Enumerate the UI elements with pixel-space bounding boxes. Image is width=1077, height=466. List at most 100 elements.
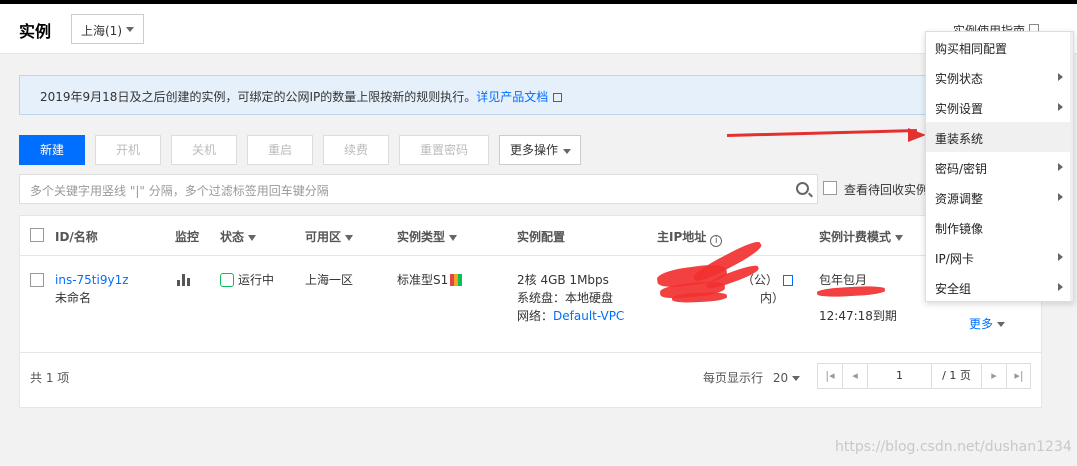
prev-page-icon[interactable]: ◂ <box>843 364 868 388</box>
pending-recycle-checkbox[interactable] <box>823 181 837 195</box>
filter-icon[interactable] <box>248 235 257 241</box>
restart-button[interactable]: 重启 <box>247 135 313 165</box>
first-page-icon[interactable]: |◂ <box>818 364 843 388</box>
menu-item-password-key[interactable]: 密码/密钥 <box>926 152 1073 182</box>
page-size-label: 每页显示行 <box>703 371 764 385</box>
search-icon[interactable] <box>796 182 809 195</box>
renew-button[interactable]: 续费 <box>323 135 389 165</box>
menu-item-label: 制作镜像 <box>935 222 984 236</box>
search-input[interactable]: 多个关键字用竖线 "|" 分隔，多个过滤标签用回车键分隔 <box>19 174 818 204</box>
select-all-checkbox[interactable] <box>30 228 44 242</box>
config-spec: 2核 4GB 1Mbps <box>517 273 609 287</box>
row-checkbox[interactable] <box>30 273 44 287</box>
vpc-link[interactable]: Default-VPC <box>553 309 624 323</box>
row-more-label: 更多 <box>969 317 994 331</box>
reset-password-button[interactable]: 重置密码 <box>399 135 489 165</box>
page-total: / 1 页 <box>932 364 982 388</box>
chevron-right-icon <box>1058 163 1063 171</box>
menu-item-label: 密码/密钥 <box>935 162 988 176</box>
column-zone[interactable]: 可用区 <box>305 228 354 245</box>
column-ip-label: 主IP地址 <box>657 230 707 244</box>
zone-cell: 上海一区 <box>305 273 354 287</box>
table-header: ID/名称 监控 状态 可用区 实例类型 实例配置 主IP地址 i 实例计费模式 <box>20 216 1041 256</box>
info-icon[interactable]: i <box>710 235 723 247</box>
menu-item-label: IP/网卡 <box>935 252 974 266</box>
menu-item-label: 实例状态 <box>935 72 984 86</box>
expire-time: 12:47:18到期 <box>819 309 897 323</box>
instance-type-icon <box>450 274 463 286</box>
notice-text: 2019年9月18日及之后创建的实例，可绑定的公网IP的数量上限按新的规则执行。 <box>40 90 477 104</box>
menu-item-instance-settings[interactable]: 实例设置 <box>926 92 1073 122</box>
menu-item-buy-same[interactable]: 购买相同配置 <box>926 32 1073 62</box>
column-id: ID/名称 <box>55 230 98 244</box>
menu-item-security-group[interactable]: 安全组 <box>926 272 1073 302</box>
notice-doc-link[interactable]: 详见产品文档 <box>476 90 548 104</box>
config-cell: 2核 4GB 1Mbps 系统盘：本地硬盘 网络：Default-VPC <box>517 271 624 325</box>
copy-icon[interactable] <box>783 275 794 286</box>
start-button[interactable]: 开机 <box>95 135 161 165</box>
chevron-down-icon <box>997 322 1006 327</box>
more-actions-label: 更多操作 <box>510 143 559 157</box>
search-placeholder: 多个关键字用竖线 "|" 分隔，多个过滤标签用回车键分隔 <box>30 184 329 198</box>
chevron-down-icon <box>563 149 571 154</box>
filter-icon[interactable] <box>449 235 458 241</box>
page-header: 实例 上海(1) 实例使用指南 <box>0 4 1077 54</box>
private-ip-suffix: 内） <box>760 291 785 305</box>
menu-item-label: 实例设置 <box>935 102 984 116</box>
filter-icon[interactable] <box>895 235 904 241</box>
chevron-right-icon <box>1058 283 1063 291</box>
column-monitor: 监控 <box>175 230 200 244</box>
column-status-label: 状态 <box>220 230 245 244</box>
page-number-input[interactable]: 1 <box>868 364 932 388</box>
menu-item-resource-adjust[interactable]: 资源调整 <box>926 182 1073 212</box>
column-zone-label: 可用区 <box>305 230 342 244</box>
menu-item-label: 资源调整 <box>935 192 984 206</box>
bar-chart-icon[interactable] <box>177 274 191 286</box>
new-button[interactable]: 新建 <box>19 135 85 165</box>
next-page-icon[interactable]: ▸ <box>982 364 1007 388</box>
region-select-value: 上海(1) <box>81 24 122 38</box>
menu-item-label: 安全组 <box>935 282 972 296</box>
column-type-label: 实例类型 <box>397 230 446 244</box>
stop-button[interactable]: 关机 <box>171 135 237 165</box>
ip-cell: （公） 内） <box>742 271 794 307</box>
instance-id-link[interactable]: ins-75ti9y1z <box>55 271 129 289</box>
region-select[interactable]: 上海(1) <box>71 14 144 44</box>
notice-banner: 2019年9月18日及之后创建的实例，可绑定的公网IP的数量上限按新的规则执行。… <box>19 75 1042 115</box>
filter-icon[interactable] <box>345 235 354 241</box>
row-more-button[interactable]: 更多 <box>969 315 1006 332</box>
instance-table: ID/名称 监控 状态 可用区 实例类型 实例配置 主IP地址 i 实例计费模式 … <box>19 215 1042 408</box>
chevron-down-icon <box>792 376 801 381</box>
watermark: https://blog.csdn.net/dushan1234 <box>835 439 1072 455</box>
instance-id-cell: ins-75ti9y1z 未命名 <box>55 271 129 307</box>
column-billing[interactable]: 实例计费模式 <box>819 228 904 245</box>
more-actions-button[interactable]: 更多操作 <box>499 135 581 165</box>
chevron-right-icon <box>1058 73 1063 81</box>
type-text: 标准型S1 <box>397 273 449 287</box>
menu-scrollbar[interactable] <box>1070 32 1073 301</box>
menu-item-create-image[interactable]: 制作镜像 <box>926 212 1073 242</box>
instance-name: 未命名 <box>55 291 92 305</box>
column-status[interactable]: 状态 <box>220 228 257 245</box>
page-title: 实例 <box>19 22 52 41</box>
column-ip: 主IP地址 i <box>657 228 723 247</box>
more-actions-menu: 购买相同配置 实例状态 实例设置 重装系统 密码/密钥 资源调整 制作镜像 IP… <box>925 31 1074 302</box>
divider <box>20 352 1041 353</box>
column-type[interactable]: 实例类型 <box>397 228 458 245</box>
last-page-icon[interactable]: ▸| <box>1007 364 1031 388</box>
running-status-icon <box>220 273 234 287</box>
page-size-value: 20 <box>772 371 789 385</box>
menu-item-label: 购买相同配置 <box>935 42 1008 56</box>
menu-item-instance-status[interactable]: 实例状态 <box>926 62 1073 92</box>
annotation-arrow-head <box>908 128 926 142</box>
menu-item-ip-nic[interactable]: IP/网卡 <box>926 242 1073 272</box>
config-disk: 系统盘：本地硬盘 <box>517 291 614 305</box>
menu-item-reinstall-system[interactable]: 重装系统 <box>926 122 1073 152</box>
status-text: 运行中 <box>238 273 275 287</box>
page-size-select[interactable]: 每页显示行 20 <box>703 369 801 386</box>
chevron-right-icon <box>1058 103 1063 111</box>
chevron-right-icon <box>1058 193 1063 201</box>
pagination: |◂ ◂ 1 / 1 页 ▸ ▸| <box>817 363 1031 389</box>
total-count: 共 1 项 <box>30 371 70 385</box>
column-config: 实例配置 <box>517 230 566 244</box>
